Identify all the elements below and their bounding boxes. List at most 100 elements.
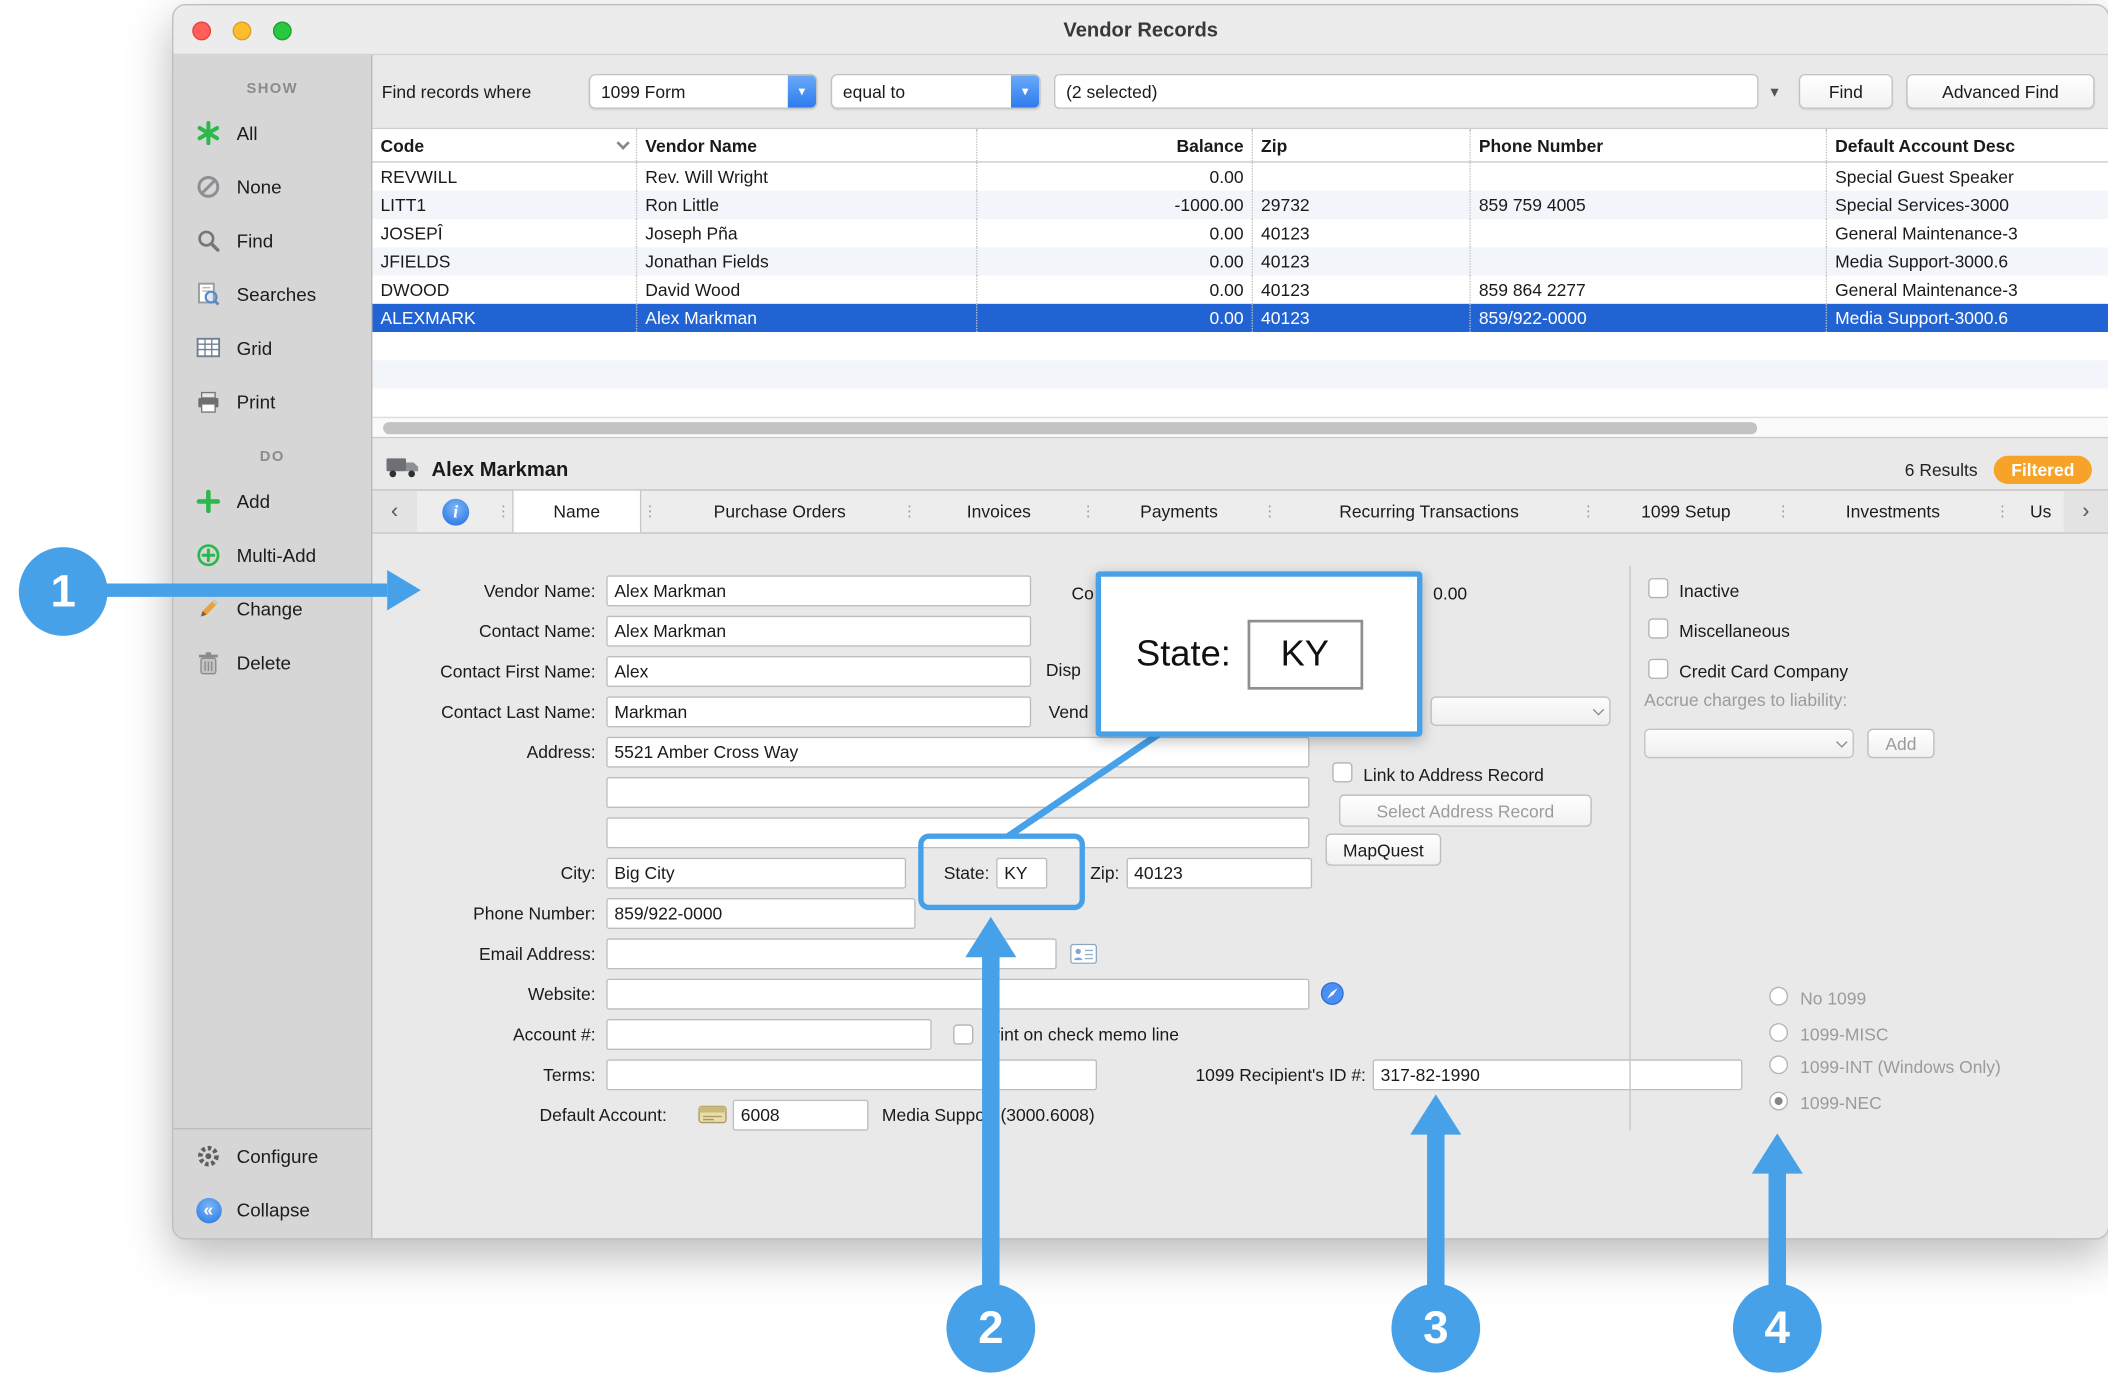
record-info-button[interactable]: i <box>417 491 495 533</box>
radio-1099-nec-selected[interactable] <box>1769 1092 1788 1111</box>
tab-purchase-orders[interactable]: Purchase Orders <box>659 491 901 533</box>
filtered-badge[interactable]: Filtered <box>1994 455 2092 483</box>
table-cell: 859/922-0000 <box>1471 304 1827 332</box>
sidebar-item-configure[interactable]: Configure <box>173 1129 371 1183</box>
miscellaneous-checkbox[interactable] <box>1648 618 1668 638</box>
globe-compass-icon[interactable] <box>1320 981 1344 1005</box>
ledger-icon[interactable] <box>698 1104 728 1126</box>
sidebar-item-label: Searches <box>237 284 317 306</box>
column-header-vendor-name[interactable]: Vendor Name <box>637 129 977 161</box>
find-value-dropdown-caret[interactable]: ▾ <box>1771 82 1779 101</box>
table-cell: Jonathan Fields <box>637 247 977 275</box>
tabs-scroll-right-button[interactable]: › <box>2064 491 2108 533</box>
annotation-step-1: 1 <box>19 547 108 636</box>
website-field[interactable] <box>606 978 1309 1009</box>
none-slash-icon <box>191 175 226 199</box>
address-line1-field[interactable]: 5521 Amber Cross Way <box>606 736 1309 767</box>
radio-1099-misc-label: 1099-MISC <box>1800 1024 1888 1044</box>
table-cell: Media Support-3000.6 <box>1827 304 2108 332</box>
close-window-button[interactable] <box>192 22 211 41</box>
zoom-window-button[interactable] <box>273 22 292 41</box>
column-header-code[interactable]: Code <box>372 129 637 161</box>
city-field[interactable]: Big City <box>606 857 906 888</box>
sidebar-item-grid[interactable]: Grid <box>173 321 371 375</box>
print-memo-checkbox[interactable] <box>953 1024 973 1044</box>
column-header-phone[interactable]: Phone Number <box>1471 129 1827 161</box>
find-value-field[interactable]: (2 selected) <box>1054 74 1758 109</box>
find-operator-dropdown[interactable]: equal to ▾ <box>831 74 1041 109</box>
column-header-default-account[interactable]: Default Account Desc <box>1827 129 2108 161</box>
find-field-dropdown[interactable]: 1099 Form ▾ <box>589 74 818 109</box>
sidebar-item-searches[interactable]: Searches <box>173 268 371 322</box>
sidebar-item-all[interactable]: All <box>173 106 371 160</box>
select-address-record-button[interactable]: Select Address Record <box>1339 795 1592 827</box>
zip-label: Zip: <box>1090 862 1119 882</box>
sidebar-item-collapse[interactable]: « Collapse <box>173 1183 371 1237</box>
email-address-field[interactable] <box>606 938 1056 969</box>
phone-number-field[interactable]: 859/922-0000 <box>606 897 915 928</box>
terms-field[interactable] <box>606 1059 1097 1090</box>
sidebar-item-label: Configure <box>237 1145 319 1167</box>
contact-first-name-field[interactable]: Alex <box>606 655 1031 686</box>
table-cell: General Maintenance-3 <box>1827 219 2108 247</box>
sidebar-item-print[interactable]: Print <box>173 375 371 429</box>
sidebar: SHOW All None <box>173 55 372 1238</box>
sidebar-item-multi-add[interactable]: Multi-Add <box>173 528 371 582</box>
tab-name[interactable]: Name <box>512 491 641 533</box>
table-row[interactable]: REVWILL Rev. Will Wright 0.00 Special Gu… <box>372 163 2108 191</box>
table-cell: Alex Markman <box>637 304 977 332</box>
sidebar-item-label: Add <box>237 491 271 513</box>
table-cell <box>1471 163 1827 191</box>
contact-last-name-field[interactable]: Markman <box>606 696 1031 727</box>
vendor-name-field[interactable]: Alex Markman <box>606 575 1031 606</box>
tabs-scroll-left-button[interactable]: ‹ <box>372 491 416 533</box>
sidebar-item-label: Print <box>237 391 276 413</box>
scrollbar-thumb[interactable] <box>383 422 1757 434</box>
account-number-field[interactable] <box>606 1018 931 1049</box>
advanced-find-button[interactable]: Advanced Find <box>1906 74 2094 109</box>
table-cell: 0.00 <box>977 163 1253 191</box>
table-cell: 0.00 <box>977 247 1253 275</box>
tab-us-truncated[interactable]: Us <box>2011 491 2063 533</box>
radio-1099-nec-label: 1099-NEC <box>1800 1093 1882 1113</box>
column-header-balance[interactable]: Balance <box>977 129 1253 161</box>
sidebar-item-change[interactable]: Change <box>173 582 371 636</box>
link-address-label: Link to Address Record <box>1363 765 1544 785</box>
table-row[interactable]: LITT1 Ron Little -1000.00 29732 859 759 … <box>372 191 2108 219</box>
credit-card-company-label: Credit Card Company <box>1679 661 1848 681</box>
accrue-add-button[interactable]: Add <box>1867 729 1934 759</box>
inactive-checkbox[interactable] <box>1648 578 1668 598</box>
table-row[interactable]: DWOOD David Wood 0.00 40123 859 864 2277… <box>372 276 2108 304</box>
contact-name-field[interactable]: Alex Markman <box>606 615 1031 646</box>
minimize-window-button[interactable] <box>233 22 252 41</box>
mapquest-button[interactable]: MapQuest <box>1326 834 1442 866</box>
column-header-zip[interactable]: Zip <box>1253 129 1471 161</box>
vendor-type-dropdown[interactable] <box>1430 696 1610 726</box>
default-account-field[interactable]: 6008 <box>733 1099 869 1130</box>
tab-investments[interactable]: Investments <box>1792 491 1994 533</box>
find-button[interactable]: Find <box>1799 74 1893 109</box>
link-address-checkbox[interactable] <box>1332 762 1352 782</box>
credit-card-company-checkbox[interactable] <box>1648 659 1668 679</box>
accrue-liability-dropdown[interactable] <box>1644 729 1854 759</box>
sidebar-item-add[interactable]: Add <box>173 475 371 529</box>
tab-1099-setup[interactable]: 1099 Setup <box>1597 491 1774 533</box>
tab-payments[interactable]: Payments <box>1097 491 1261 533</box>
radio-1099-misc[interactable] <box>1769 1023 1788 1042</box>
table-row[interactable]: JOSEPÎ Joseph Pña 0.00 40123 General Mai… <box>372 219 2108 247</box>
table-row-selected[interactable]: ALEXMARK Alex Markman 0.00 40123 859/922… <box>372 304 2108 332</box>
radio-1099-int[interactable] <box>1769 1055 1788 1074</box>
tab-recurring-transactions[interactable]: Recurring Transactions <box>1279 491 1580 533</box>
table-row[interactable]: JFIELDS Jonathan Fields 0.00 40123 Media… <box>372 247 2108 275</box>
zip-field[interactable]: 40123 <box>1126 857 1312 888</box>
radio-no-1099[interactable] <box>1769 987 1788 1006</box>
tab-invoices[interactable]: Invoices <box>918 491 1079 533</box>
recipient-id-field[interactable]: 317-82-1990 <box>1373 1059 1743 1090</box>
sidebar-item-label: Collapse <box>237 1199 310 1221</box>
sidebar-item-find[interactable]: Find <box>173 214 371 268</box>
contact-card-icon[interactable] <box>1070 943 1097 963</box>
printer-icon <box>191 391 226 414</box>
sidebar-item-none[interactable]: None <box>173 160 371 214</box>
address-line2-field[interactable] <box>606 776 1309 807</box>
sidebar-item-delete[interactable]: Delete <box>173 636 371 690</box>
